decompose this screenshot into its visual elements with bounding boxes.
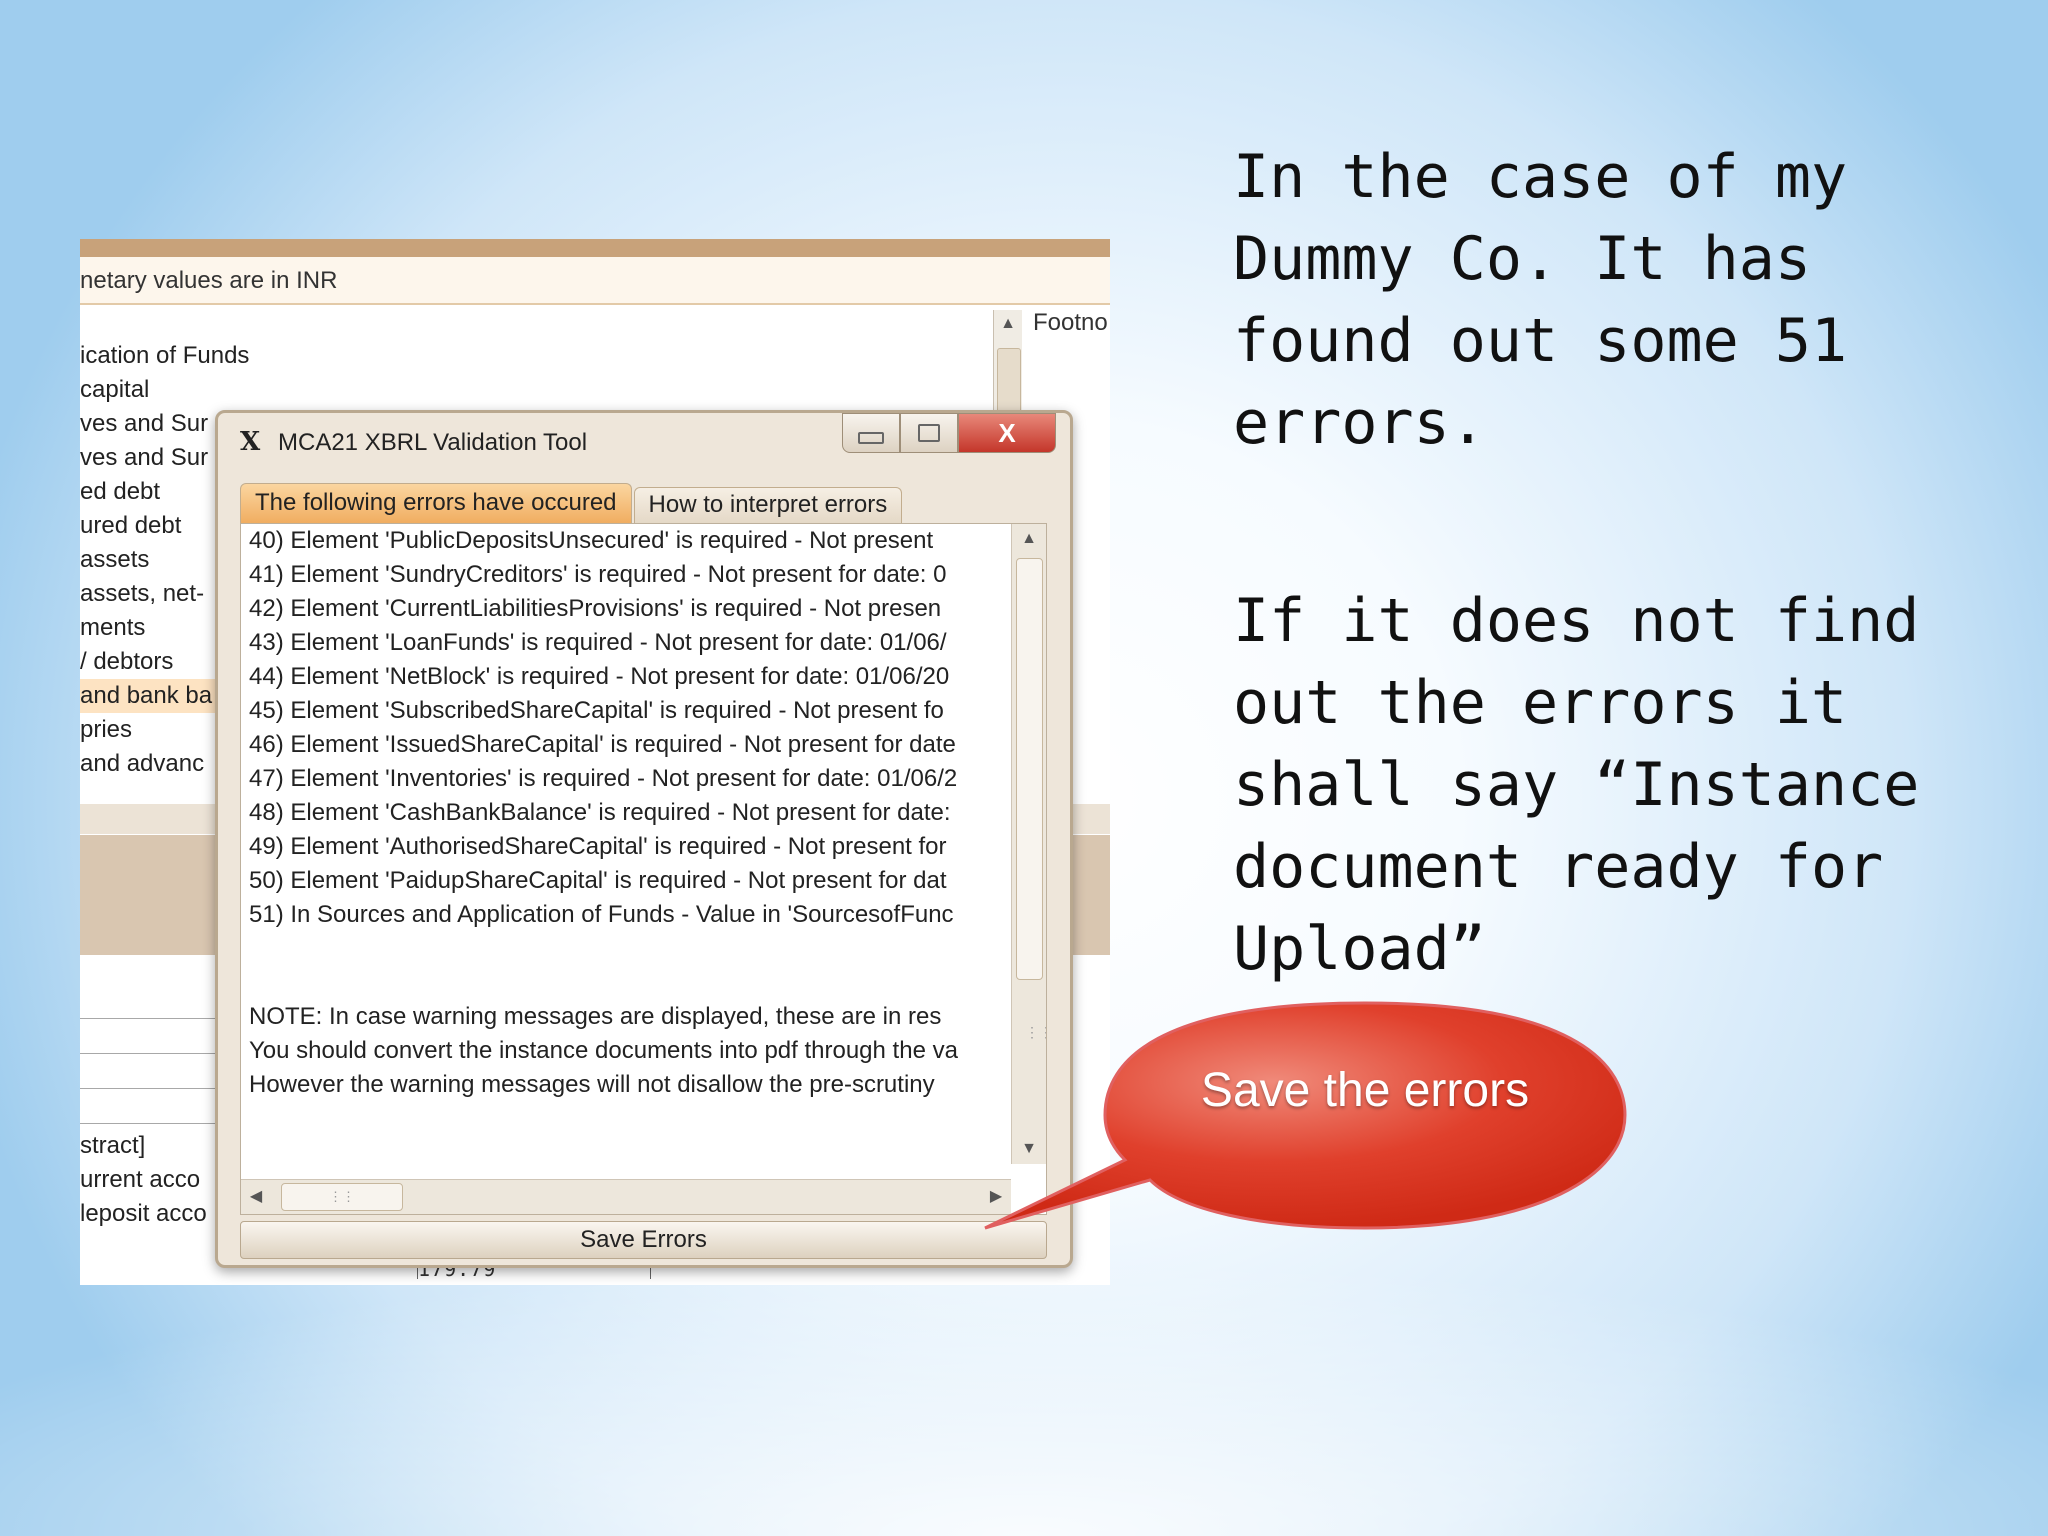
table-row <box>80 1019 220 1054</box>
tree-item[interactable]: ication of Funds <box>80 339 249 373</box>
tree-item[interactable]: capital <box>80 373 240 407</box>
maximize-button[interactable] <box>900 413 958 453</box>
vertical-scroll-thumb[interactable] <box>1016 558 1043 980</box>
tab-interpret-errors[interactable]: How to interpret errors <box>633 487 903 524</box>
errors-panel: 40) Element 'PublicDepositsUnsecured' is… <box>240 523 1047 1215</box>
info-bar: netary values are in INR <box>80 257 1110 305</box>
scroll-up-icon[interactable]: ▲ <box>994 310 1022 338</box>
scroll-right-icon[interactable]: ▶ <box>981 1180 1011 1214</box>
minimize-button[interactable] <box>842 413 900 453</box>
tab-bar: The following errors have occured How to… <box>240 483 904 524</box>
horizontal-scroll-thumb[interactable]: ⋮⋮ <box>281 1183 403 1211</box>
footnote-label: Footno <box>1033 309 1108 336</box>
error-line: 46) Element 'IssuedShareCapital' is requ… <box>249 731 956 758</box>
window-controls: X <box>842 413 1056 453</box>
dialog-title: MCA21 XBRL Validation Tool <box>278 429 588 456</box>
error-line: 45) Element 'SubscribedShareCapital' is … <box>249 697 944 724</box>
table-row <box>80 1054 220 1089</box>
error-line: 40) Element 'PublicDepositsUnsecured' is… <box>249 527 934 554</box>
callout-text: Save the errors <box>1200 1064 1530 1117</box>
app-icon: X <box>240 427 261 457</box>
validation-dialog: X MCA21 XBRL Validation Tool X The follo… <box>215 410 1073 1268</box>
save-errors-button[interactable]: Save Errors <box>240 1221 1047 1259</box>
horizontal-scrollbar[interactable]: ◀ ⋮⋮ ▶ <box>241 1179 1011 1214</box>
error-line: 49) Element 'AuthorisedShareCapital' is … <box>249 833 947 860</box>
window-top-band <box>80 239 1110 257</box>
note-line: You should convert the instance document… <box>249 1037 958 1064</box>
error-line: 48) Element 'CashBankBalance' is require… <box>249 799 951 826</box>
maximize-icon <box>918 424 940 442</box>
table-row <box>80 1089 220 1124</box>
error-line: 44) Element 'NetBlock' is required - Not… <box>249 663 950 690</box>
tab-errors[interactable]: The following errors have occured <box>240 483 632 524</box>
scroll-up-icon[interactable]: ▲ <box>1012 524 1046 554</box>
vertical-scrollbar[interactable]: ▲ ⋮⋮ ▼ <box>1011 524 1046 1164</box>
minimize-icon <box>858 432 884 444</box>
tree-scrollbar[interactable]: ▲ <box>993 310 1022 420</box>
error-line: 51) In Sources and Application of Funds … <box>249 901 954 928</box>
error-line: 42) Element 'CurrentLiabilitiesProvision… <box>249 595 942 622</box>
slide-paragraph: If it does not find out the errors it sh… <box>1233 586 1920 984</box>
close-icon: X <box>998 417 1016 448</box>
error-line: 41) Element 'SundryCreditors' is require… <box>249 561 947 588</box>
note-line: However the warning messages will not di… <box>249 1071 935 1098</box>
close-button[interactable]: X <box>958 413 1056 453</box>
table-rows <box>80 984 220 1124</box>
error-line: 47) Element 'Inventories' is required - … <box>249 765 958 792</box>
note-line: NOTE: In case warning messages are displ… <box>249 1003 942 1030</box>
slide-paragraph: In the case of my Dummy Co. It has found… <box>1233 142 1848 458</box>
errors-text-area[interactable]: 40) Element 'PublicDepositsUnsecured' is… <box>241 524 1011 1164</box>
dialog-titlebar[interactable]: X MCA21 XBRL Validation Tool X <box>218 413 1070 471</box>
error-line: 43) Element 'LoanFunds' is required - No… <box>249 629 947 656</box>
grip-icon: ⋮⋮ <box>1025 1024 1046 1040</box>
error-line: 50) Element 'PaidupShareCapital' is requ… <box>249 867 947 894</box>
scroll-down-icon[interactable]: ▼ <box>1012 1134 1046 1164</box>
info-text: netary values are in INR <box>80 267 338 294</box>
table-row <box>80 984 220 1019</box>
scroll-left-icon[interactable]: ◀ <box>241 1180 271 1214</box>
